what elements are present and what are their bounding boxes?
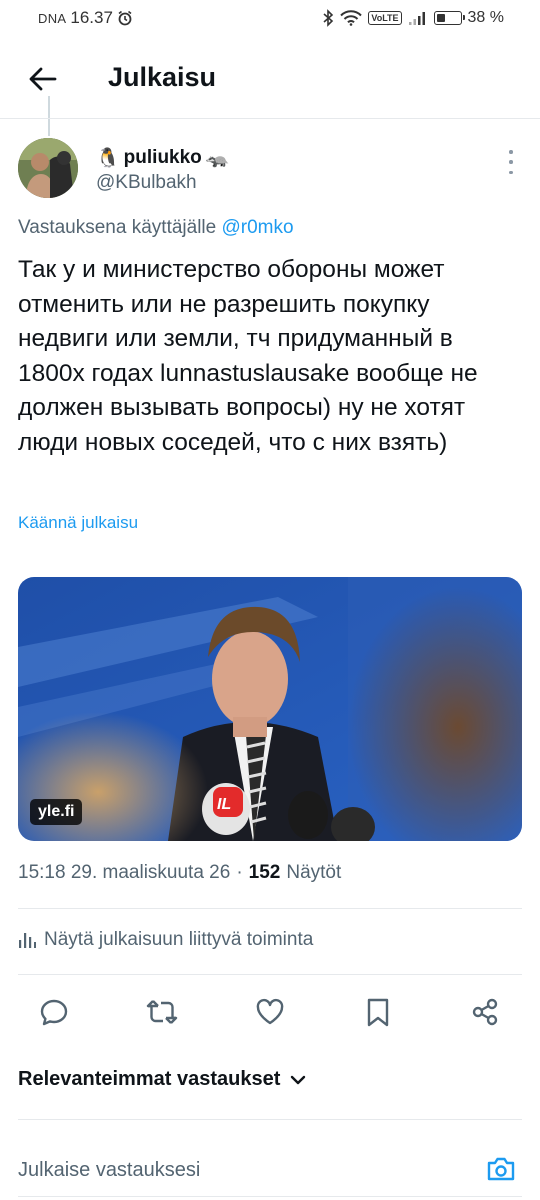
bookmark-button[interactable]	[358, 992, 398, 1032]
signal-icon	[408, 10, 428, 26]
author-handle[interactable]: @KBulbakh	[96, 172, 197, 194]
divider	[18, 908, 522, 909]
author-name[interactable]: 🐧 puliukko 🦡	[96, 146, 229, 170]
post-text: Так у и министерство обороны может отмен…	[18, 256, 478, 456]
status-bar: DNA 16.37 VoLTE 38 %	[0, 0, 540, 36]
more-dot-icon	[509, 160, 513, 164]
views-count: 152	[248, 862, 281, 883]
more-options-button[interactable]	[506, 150, 516, 174]
clock: 16.37	[70, 8, 113, 27]
media-image: IL	[18, 577, 522, 841]
avatar-image	[18, 138, 78, 198]
header: Julkaisu	[0, 50, 540, 116]
media-mic-logo: IL	[217, 796, 231, 813]
arrow-left-icon	[29, 67, 57, 91]
sort-label: Relevanteimmat vastaukset	[18, 1068, 281, 1090]
reply-sort-dropdown[interactable]: Relevanteimmat vastaukset	[18, 1068, 306, 1091]
status-right: VoLTE 38 %	[322, 9, 504, 27]
share-icon	[472, 998, 498, 1026]
divider	[18, 1119, 522, 1120]
like-icon	[256, 998, 284, 1025]
activity-label: Näytä julkaisuun liittyvä toiminta	[44, 929, 314, 950]
analytics-icon	[19, 933, 36, 948]
thread-line	[48, 96, 50, 136]
author-display-name: puliukko	[123, 147, 202, 168]
reply-composer[interactable]: Julkaise vastauksesi	[18, 1150, 522, 1190]
like-button[interactable]	[250, 992, 290, 1032]
share-button[interactable]	[465, 992, 505, 1032]
reply-prefix: Vastauksena käyttäjälle	[18, 217, 217, 238]
badger-icon: 🦡	[205, 148, 230, 169]
reply-input[interactable]: Julkaise vastauksesi	[18, 1159, 200, 1182]
avatar[interactable]	[18, 138, 78, 198]
bluetooth-icon	[322, 9, 334, 27]
camera-icon	[487, 1157, 515, 1181]
status-left: DNA 16.37	[38, 8, 133, 28]
reply-button[interactable]	[34, 992, 74, 1032]
bookmark-icon	[367, 998, 389, 1027]
volte-badge: VoLTE	[368, 11, 402, 25]
reply-icon	[40, 999, 68, 1026]
back-button[interactable]	[26, 62, 60, 96]
wifi-icon	[340, 10, 363, 26]
page-title: Julkaisu	[108, 62, 217, 92]
camera-button[interactable]	[484, 1152, 518, 1186]
media-source-badge: yle.fi	[30, 799, 83, 825]
chevron-down-icon	[291, 1075, 306, 1084]
repost-icon	[146, 1000, 178, 1024]
divider	[18, 1196, 522, 1197]
divider	[18, 974, 522, 975]
meta-separator: ·	[236, 862, 243, 883]
post-media[interactable]: IL yle.fi	[18, 577, 522, 841]
translate-link[interactable]: Käännä julkaisu	[18, 513, 138, 533]
views-label: Näytöt	[286, 862, 342, 883]
battery-icon	[433, 11, 465, 25]
repost-button[interactable]	[142, 992, 182, 1032]
header-divider	[0, 118, 540, 119]
more-dot-icon	[509, 170, 513, 174]
action-bar	[0, 992, 540, 1032]
penguin-icon: 🐧	[96, 148, 120, 169]
carrier-label: DNA	[38, 10, 67, 26]
reply-to-handle-link[interactable]: @r0mko	[222, 217, 294, 238]
post-activity-link[interactable]: Näytä julkaisuun liittyvä toiminta	[18, 929, 313, 951]
battery-fill	[436, 14, 445, 22]
battery-percent: 38 %	[467, 9, 504, 26]
alarm-icon	[117, 10, 133, 26]
more-dot-icon	[509, 150, 513, 154]
reply-context: Vastauksena käyttäjälle @r0mko	[18, 217, 294, 239]
timestamp[interactable]: 15:18 29. maaliskuuta 26	[18, 862, 230, 884]
post-meta: 15:18 29. maaliskuuta 26 · 152 Näytöt	[18, 862, 341, 884]
